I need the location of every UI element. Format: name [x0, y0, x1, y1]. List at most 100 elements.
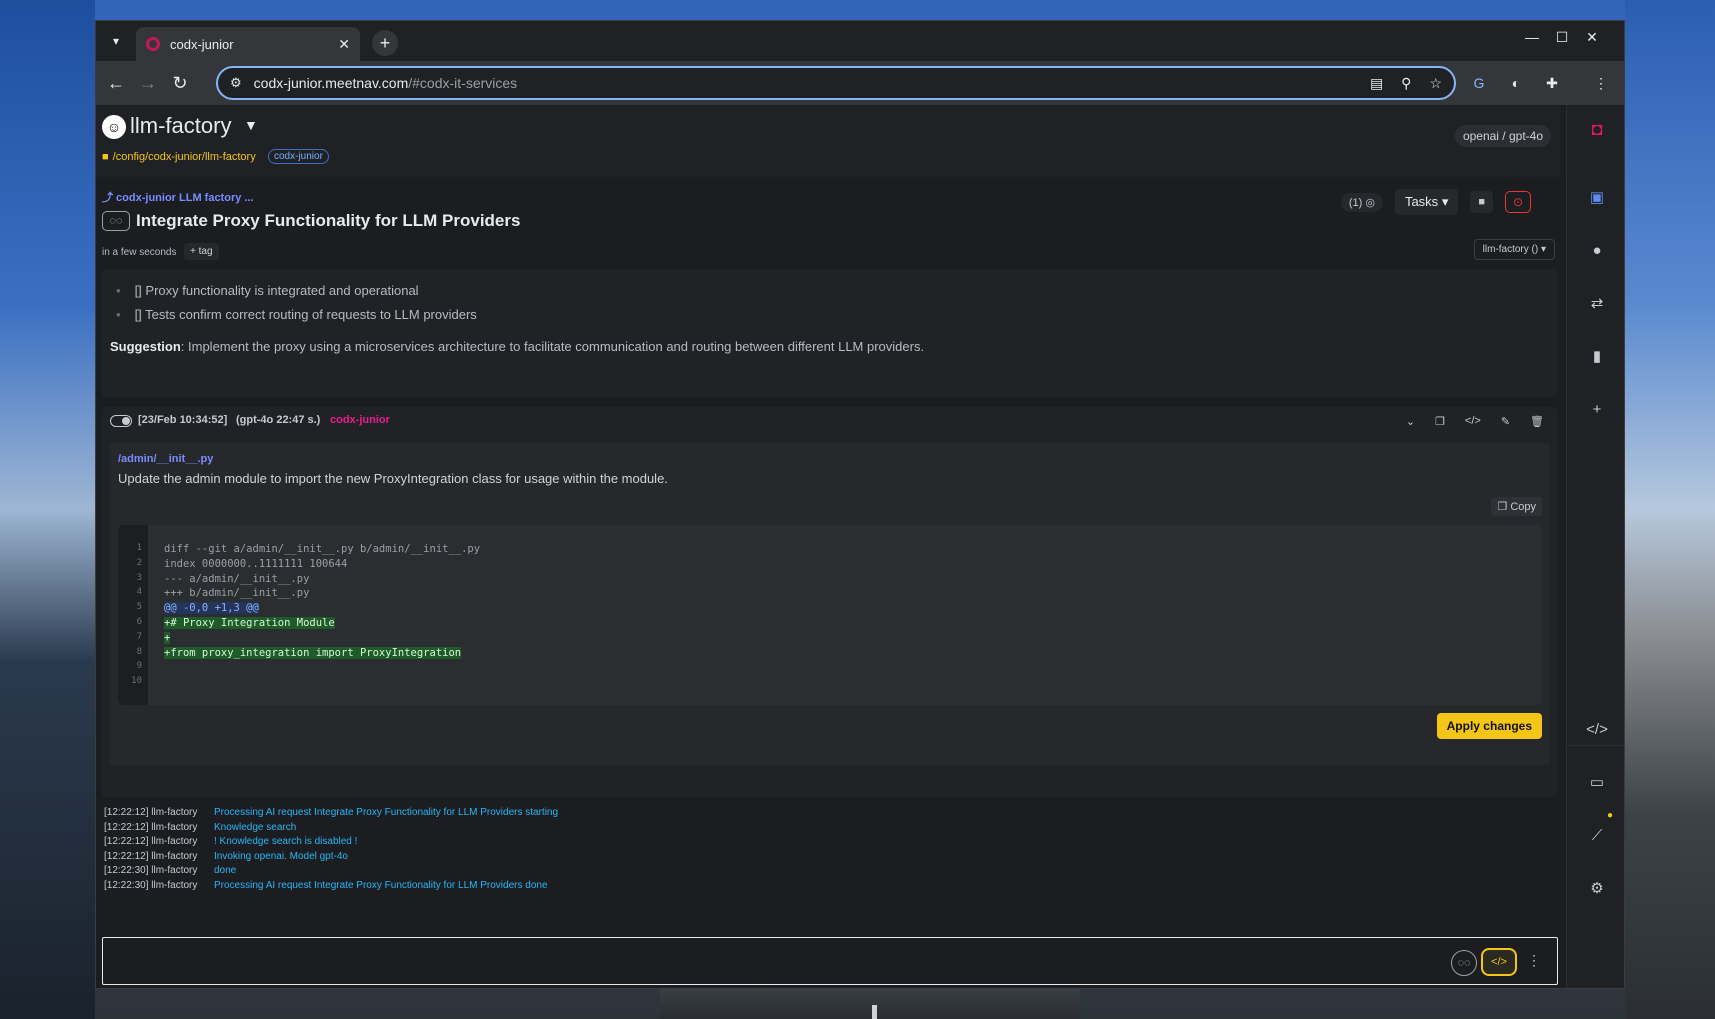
log-row: [12:22:30] llm-factory done: [104, 865, 558, 880]
tab-close-icon[interactable]: ✕: [338, 36, 350, 53]
wallpaper-road: [660, 989, 1080, 1019]
log-message: Processing AI request Integrate Proxy Fu…: [214, 879, 548, 891]
code-icon[interactable]: </>: [1585, 717, 1609, 741]
line-number: 2: [136, 557, 142, 568]
log-row: [12:22:12] llm-factory Processing AI requ…: [104, 807, 558, 822]
extension-icon[interactable]: ◐: [1506, 73, 1526, 93]
chat-input[interactable]: ◌◌ </> ⋮: [102, 937, 1558, 985]
back-icon[interactable]: ←: [104, 71, 128, 95]
file-change-description: Update the admin module to import the ne…: [118, 471, 668, 486]
delete-trash-icon[interactable]: 🗑: [1530, 415, 1544, 428]
tab-search-chevron-icon[interactable]: ▾: [104, 29, 128, 53]
project-avatar-icon: ☺: [102, 115, 126, 139]
hidden-messages-toggle[interactable]: (1) ◎: [1340, 192, 1383, 212]
line-number: 10: [131, 676, 142, 687]
chart-icon[interactable]: ⟋: [1585, 823, 1609, 847]
suggestion-text: : Implement the proxy using a microservi…: [180, 339, 925, 354]
translate-extension-icon[interactable]: G: [1469, 73, 1489, 93]
profile-icon[interactable]: ●: [1585, 238, 1609, 262]
browser-window: ▾ codx-junior ✕ + — ☐ ✕ ← → ↻ ⚙ codx-jun…: [95, 20, 1625, 989]
edit-pencil-icon[interactable]: ✎: [1501, 415, 1510, 428]
code-view-icon[interactable]: </>: [1465, 415, 1481, 428]
message-timestamp: [23/Feb 10:34:52]: [138, 414, 228, 426]
tab-active[interactable]: codx-junior ✕: [136, 27, 360, 61]
add-icon[interactable]: +: [1585, 397, 1609, 421]
message-model-info: (gpt-4o 22:47 s.): [236, 414, 321, 426]
message-toggle[interactable]: [110, 415, 132, 427]
settings-gear-icon[interactable]: ⚙: [1585, 876, 1609, 900]
line-number: 7: [136, 631, 142, 642]
tasks-label: Tasks: [1404, 194, 1439, 209]
acceptance-item: [] Tests confirm correct routing of requ…: [116, 307, 477, 322]
task-title[interactable]: Integrate Proxy Functionality for LLM Pr…: [136, 211, 520, 231]
clipboard-icon[interactable]: ▤: [1370, 75, 1383, 92]
extensions-puzzle-icon[interactable]: ✚: [1542, 73, 1562, 93]
copy-icon[interactable]: ❐: [1435, 415, 1445, 428]
new-tab-button[interactable]: +: [372, 30, 398, 56]
sidebar-divider: [1567, 745, 1624, 746]
project-name[interactable]: llm-factory: [130, 113, 231, 139]
more-options-icon[interactable]: ⋮: [1527, 952, 1541, 969]
folder-icon: ■: [102, 151, 109, 163]
branch-selector[interactable]: llm-factory () ▾: [1473, 239, 1555, 260]
project-path-text: /config/codx-junior/llm-factory: [112, 151, 256, 163]
codx-logo-icon[interactable]: ◘: [1585, 117, 1609, 141]
log-source: [12:22:30] llm-factory: [104, 865, 198, 876]
forward-icon[interactable]: →: [136, 71, 160, 95]
project-badge[interactable]: codx-junior: [268, 149, 329, 164]
add-tag-button[interactable]: + tag: [184, 243, 219, 260]
tasks-dropdown[interactable]: Tasks ▾: [1394, 189, 1459, 215]
minimize-icon[interactable]: —: [1518, 29, 1546, 45]
stop-icon[interactable]: ⊙: [1505, 191, 1531, 213]
maximize-icon[interactable]: ☐: [1548, 29, 1576, 46]
main-content: ⤴ codx-junior LLM factory ... ◌◌ Integra…: [96, 177, 1561, 988]
model-selector[interactable]: openai / gpt-4o: [1454, 125, 1551, 147]
parent-task-link[interactable]: ⤴ codx-junior LLM factory ...: [102, 189, 254, 205]
save-icon[interactable]: ■: [1470, 191, 1493, 213]
kanban-board-icon[interactable]: ▣: [1585, 185, 1609, 209]
tab-strip: ▾ codx-junior ✕ + — ☐ ✕: [96, 21, 1624, 61]
file-path-link[interactable]: /admin/__init__.py: [118, 453, 213, 465]
code-line: +# Proxy Integration Module: [164, 617, 335, 629]
window-close-icon[interactable]: ✕: [1578, 29, 1606, 46]
log-message: done: [214, 865, 237, 876]
log-source: [12:22:12] llm-factory: [104, 850, 198, 862]
copy-code-button[interactable]: ❐ Copy: [1491, 497, 1542, 516]
site-info-icon[interactable]: ⚙: [230, 75, 242, 91]
line-number: 6: [136, 617, 142, 627]
collapse-chevron-icon[interactable]: ⌄: [1406, 415, 1415, 428]
url-host: codx-junior.meetnav.com: [253, 75, 409, 91]
favicon-icon: [146, 37, 160, 51]
desktop-wallpaper-left: [0, 0, 95, 1019]
project-dropdown-icon[interactable]: ▼: [244, 117, 258, 133]
log-source: [12:22:12] llm-factory: [104, 821, 198, 833]
apply-changes-button[interactable]: Apply changes: [1436, 713, 1542, 739]
caret-down-icon: ▾: [1441, 194, 1449, 209]
task-toolbar: (1) ◎ Tasks ▾ ■ ⊙: [1340, 189, 1531, 215]
code-line: index 0000000..1111111 100644: [164, 557, 348, 570]
log-message: ! Knowledge search is disabled !: [214, 836, 358, 847]
log-source: [12:22:12] llm-factory: [104, 836, 198, 847]
task-description: [] Proxy functionality is integrated and…: [102, 269, 1558, 397]
code-line: @@ -0,0 +1,3 @@: [164, 602, 259, 615]
bookmark-star-icon[interactable]: ☆: [1429, 75, 1442, 92]
reload-icon[interactable]: ↻: [168, 71, 192, 95]
diff-code-block[interactable]: 1 diff --git a/admin/__init__.py b/admin/…: [118, 525, 1542, 705]
pull-request-icon[interactable]: ⇄: [1585, 291, 1609, 315]
browser-menu-icon[interactable]: ⋮: [1591, 73, 1611, 93]
line-number: 9: [136, 661, 142, 672]
log-row: [12:22:12] llm-factory Invoking openai. M…: [104, 851, 558, 866]
chat-mode-icon[interactable]: ◌◌: [1451, 950, 1477, 976]
log-panel: [12:22:12] llm-factory Processing AI requ…: [104, 807, 558, 894]
log-row: [12:22:12] llm-factory Knowledge search: [104, 822, 558, 837]
address-bar[interactable]: ⚙ codx-junior.meetnav.com /#codx-it-serv…: [216, 66, 1456, 100]
zoom-icon[interactable]: ⚲: [1401, 75, 1411, 92]
notification-bell-icon[interactable]: ●: [1607, 810, 1613, 821]
book-icon[interactable]: ▮: [1585, 344, 1609, 368]
code-mode-icon[interactable]: </>: [1481, 948, 1517, 976]
monitor-icon[interactable]: ▭: [1585, 770, 1609, 794]
log-message: Knowledge search: [214, 821, 297, 833]
url-path: /#codx-it-services: [408, 75, 518, 91]
branch-label: llm-factory (): [1482, 244, 1539, 255]
right-sidebar: ◘ ▣ ● ⇄ ▮ + </> ▭ ⟋ ● ⚙: [1566, 105, 1624, 988]
